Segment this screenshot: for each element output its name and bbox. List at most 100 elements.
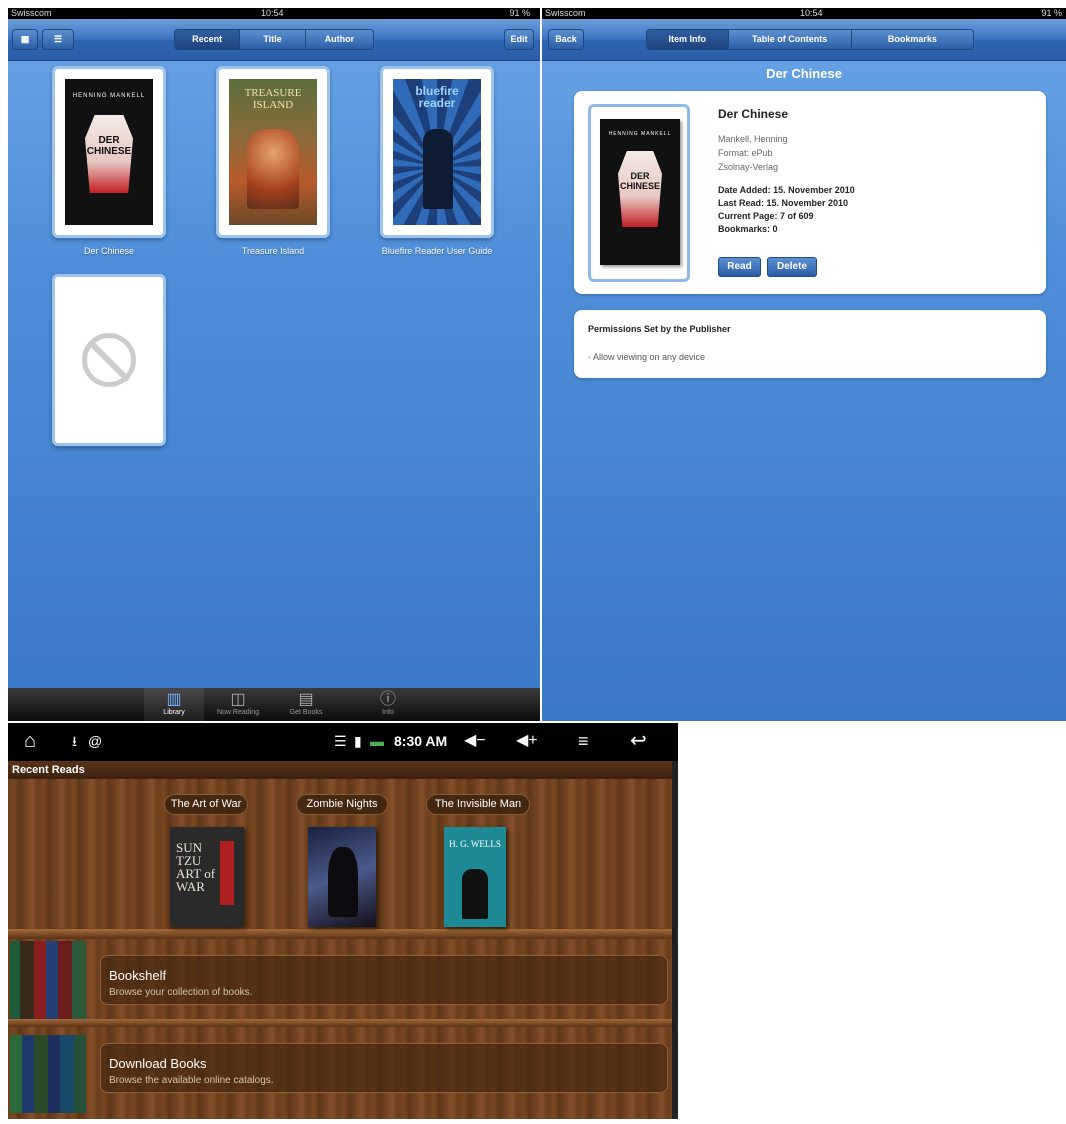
battery-label: 91 % — [509, 8, 530, 18]
grid-view-button[interactable]: ▦ — [12, 29, 38, 50]
tab-recent[interactable]: Recent — [175, 30, 241, 49]
menu-icon[interactable]: ≡ — [578, 729, 589, 753]
cover-figure — [462, 869, 488, 919]
info-icon: ⓘ — [379, 691, 396, 708]
tab-bookmarks[interactable]: Bookmarks — [851, 30, 973, 49]
android-reader-screen: ⌂ ⭳ @ ☰ ▮ ▬ 8:30 AM ◀− ◀+ ≡ ↩ Recent Rea… — [8, 723, 678, 1119]
tab-table-of-contents[interactable]: Table of Contents — [728, 30, 852, 49]
menu-item-subtitle: Browse the available online catalogs. — [109, 1075, 274, 1086]
tab-author[interactable]: Author — [305, 30, 373, 49]
tab-info[interactable]: ⓘ Info — [358, 688, 418, 721]
cover-author: H. G. WELLS — [449, 839, 501, 849]
clock: 10:54 — [261, 8, 284, 18]
item-current-page: Current Page: 7 of 609 — [718, 211, 814, 221]
library-screen: Swisscom 10:54 91 % ▦ ☰ Recent Title Aut… — [8, 8, 540, 721]
permissions-title: Permissions Set by the Publisher — [588, 324, 731, 334]
permissions-panel: Permissions Set by the Publisher · Allow… — [574, 310, 1046, 378]
book-title-label: Treasure Island — [241, 246, 305, 256]
shelf-edge — [8, 929, 672, 939]
cover-illustration — [247, 129, 299, 209]
item-toolbar: Back Item Info Table of Contents Bookmar… — [542, 19, 1066, 61]
menu-item-title: Download Books — [109, 1056, 207, 1071]
back-button[interactable]: Back — [548, 29, 584, 50]
download-notification-icon: ⭳ — [72, 733, 77, 749]
scrollbar[interactable] — [672, 761, 678, 1119]
recent-book-label[interactable]: The Art of War — [164, 794, 248, 815]
item-publisher: Zsolnay-Verlag — [718, 162, 779, 172]
library-toolbar: ▦ ☰ Recent Title Author Edit — [8, 19, 540, 61]
download-spines-icon — [8, 1035, 90, 1113]
recent-book-zombie-nights[interactable] — [308, 827, 376, 927]
sort-segmented-control: Recent Title Author — [174, 29, 374, 50]
tab-title[interactable]: Title — [240, 30, 306, 49]
item-info-screen: Swisscom 10:54 91 % Back Item Info Table… — [542, 8, 1066, 721]
list-view-button[interactable]: ☰ — [42, 29, 74, 50]
cover-title: DER CHINESE — [86, 135, 132, 157]
book-cover: bluefire reader — [393, 79, 481, 225]
menu-item-subtitle: Browse your collection of books. — [109, 987, 253, 998]
tab-item-info[interactable]: Item Info — [647, 30, 729, 49]
item-bookmarks: Bookmarks: 0 — [718, 224, 778, 234]
volume-up-icon[interactable]: ◀+ — [516, 729, 538, 753]
book-card-der-chinese[interactable]: HENNING MANKELL DER CHINESE — [52, 66, 166, 238]
cover-title: bluefire reader — [415, 84, 459, 110]
cover-title: SUN TZU ART of WAR — [176, 840, 216, 894]
battery-label: 91 % — [1041, 8, 1062, 18]
cover-figure — [423, 129, 453, 209]
book-card-placeholder[interactable] — [52, 274, 166, 446]
book-open-icon: ◫ — [230, 691, 246, 708]
item-last-read: Last Read: 15. November 2010 — [718, 198, 849, 208]
section-title: Recent Reads — [12, 764, 85, 776]
recent-book-label[interactable]: Zombie Nights — [296, 794, 388, 815]
section-header-bar: Recent Reads — [8, 761, 672, 779]
recent-book-art-of-war[interactable]: SUN TZU ART of WAR — [170, 827, 244, 927]
cover-title: DER CHINESE — [619, 171, 660, 191]
recent-book-label[interactable]: The Invisible Man — [426, 794, 530, 815]
cover-figure — [328, 847, 358, 917]
tab-bar: ▥ Library ◫ Now Reading ▤ Get Books ⓘ In… — [8, 688, 540, 721]
carrier-label: Swisscom — [545, 8, 586, 18]
read-button[interactable]: Read — [718, 257, 761, 277]
page-title: Der Chinese — [766, 66, 842, 81]
tab-now-reading[interactable]: ◫ Now Reading — [208, 688, 268, 721]
book-title-label: Der Chinese — [83, 246, 135, 256]
no-cover-icon — [82, 333, 136, 387]
status-bar: Swisscom 10:54 91 % — [8, 8, 540, 19]
book-title-label: Bluefire Reader User Guide — [381, 246, 493, 256]
cover-author: HENNING MANKELL — [72, 93, 146, 99]
wifi-icon: ☰ — [334, 733, 347, 749]
clock: 10:54 — [800, 8, 823, 18]
status-bar: Swisscom 10:54 91 % — [542, 8, 1066, 19]
clock: 8:30 AM — [394, 733, 448, 749]
book-cover: HENNING MANKELL DER CHINESE — [600, 119, 680, 265]
download-books-menu-item[interactable]: Download Books Browse the available onli… — [100, 1043, 668, 1093]
book-card-bluefire-guide[interactable]: bluefire reader — [380, 66, 494, 238]
delete-button[interactable]: Delete — [767, 257, 817, 277]
item-date-added: Date Added: 15. November 2010 — [718, 185, 855, 195]
screenshot-collage: Swisscom 10:54 91 % ▦ ☰ Recent Title Aut… — [0, 0, 1066, 1124]
download-icon: ▤ — [298, 691, 314, 708]
menu-item-title: Bookshelf — [109, 968, 167, 983]
cover-title: TREASURE ISLAND — [244, 87, 302, 111]
back-arrow-icon[interactable]: ↩ — [630, 729, 647, 753]
grid-icon: ▦ — [20, 34, 30, 44]
list-icon: ☰ — [53, 34, 63, 44]
book-thumbnail: HENNING MANKELL DER CHINESE — [588, 104, 690, 282]
tab-library[interactable]: ▥ Library — [144, 688, 204, 721]
cover-author: HENNING MANKELL — [608, 131, 672, 137]
battery-icon: ▬ — [370, 733, 384, 749]
bookshelf-menu-item[interactable]: Bookshelf Browse your collection of book… — [100, 955, 668, 1005]
carrier-label: Swisscom — [11, 8, 52, 18]
bookshelf-spines-icon — [8, 941, 90, 1019]
volume-down-icon[interactable]: ◀− — [464, 729, 486, 753]
tab-get-books[interactable]: ▤ Get Books — [276, 688, 336, 721]
home-icon[interactable]: ⌂ — [24, 729, 36, 753]
book-cover: TREASURE ISLAND — [229, 79, 317, 225]
permissions-item: · Allow viewing on any device — [588, 352, 706, 362]
android-status-bar: ⌂ ⭳ @ ☰ ▮ ▬ 8:30 AM ◀− ◀+ ≡ ↩ — [8, 723, 678, 761]
item-format: Format: ePub — [718, 148, 773, 158]
book-card-treasure-island[interactable]: TREASURE ISLAND — [216, 66, 330, 238]
recent-book-invisible-man[interactable]: H. G. WELLS — [444, 827, 506, 927]
signal-icon: ▮ — [354, 733, 362, 749]
edit-button[interactable]: Edit — [504, 29, 534, 50]
